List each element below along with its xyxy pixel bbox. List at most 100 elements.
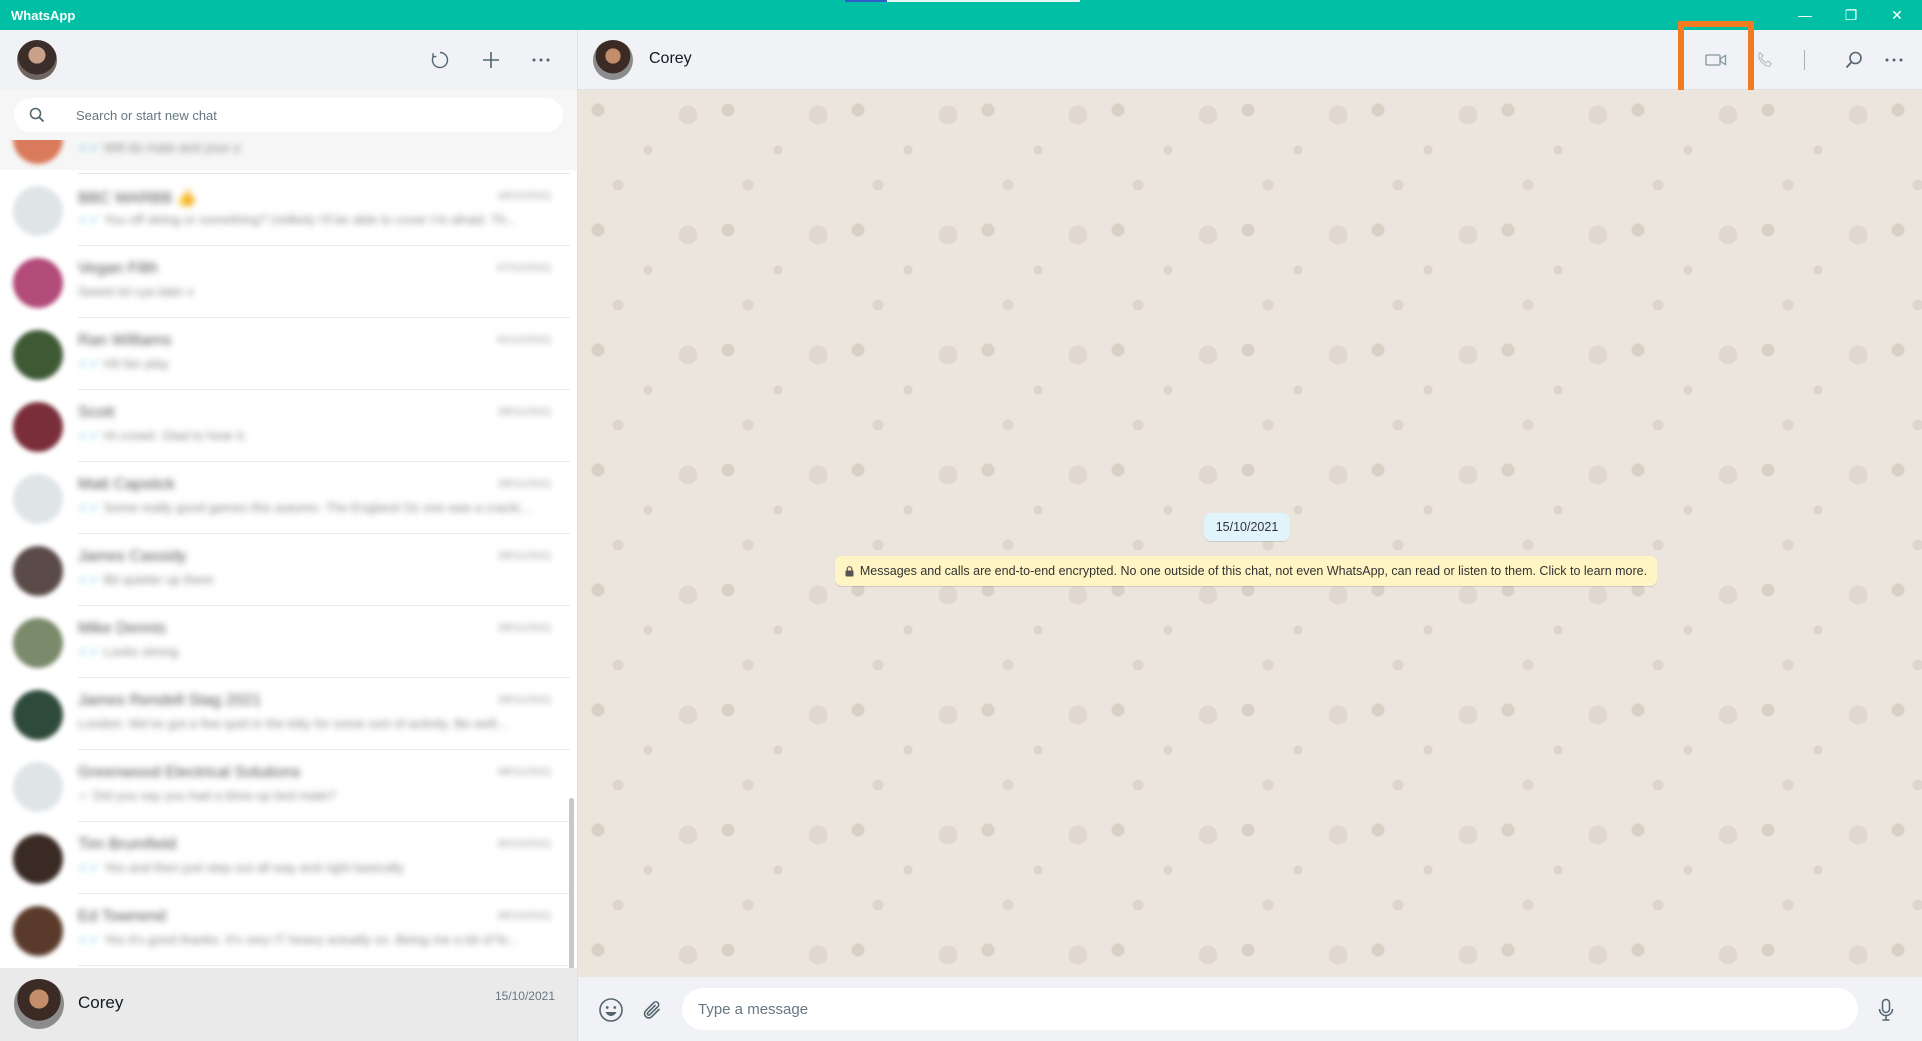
new-chat-icon <box>483 52 499 68</box>
chat-divider <box>78 965 570 966</box>
my-profile-avatar[interactable] <box>17 40 57 80</box>
header-divider <box>1804 50 1805 70</box>
chat-avatar <box>14 979 64 1029</box>
chat-preview: ✓✓ You off skiing or something? Unlikely … <box>78 212 517 227</box>
search-input[interactable] <box>76 98 546 132</box>
sidebar: ✓✓Will do mate and your u BBC MARBB 👍 18… <box>0 30 578 1041</box>
chat-avatar <box>13 690 63 740</box>
chat-time: 01/12/2021 <box>496 334 552 346</box>
lock-icon <box>845 565 854 577</box>
chat-avatar <box>13 186 63 236</box>
chat-time: 28/11/2021 <box>497 694 552 706</box>
message-input[interactable] <box>682 988 1858 1030</box>
contact-name[interactable]: Corey <box>649 50 692 68</box>
title-bar: WhatsApp — ❐ ✕ <box>0 0 1922 30</box>
chat-item[interactable]: Ed Townend 28/10/2021 ✓✓ Yes it's good th… <box>0 894 570 966</box>
date-label: 15/10/2021 <box>1204 513 1290 541</box>
chat-item[interactable]: Tim Brumfield 30/10/2021 ✓✓ Yes and then … <box>0 822 570 894</box>
compose-bar <box>578 977 1922 1041</box>
chat-preview: ✓✓ Yes it's good thanks. It's very IT hea… <box>78 932 519 947</box>
chat-preview: ✓✓ Will do mate and your u <box>78 140 241 155</box>
chat-time: 18/12/2021 <box>496 190 552 202</box>
encryption-notice[interactable]: Messages and calls are end-to-end encryp… <box>835 556 1657 586</box>
chat-name: Greenwood Electrical Solutions <box>78 764 301 781</box>
attach-button[interactable] <box>637 995 667 1025</box>
chat-list: ✓✓ Will do mate and your u BBC MARBB 👍 18… <box>0 140 577 968</box>
chat-name: Tim Brumfield <box>78 836 177 853</box>
chat-avatar <box>13 834 63 884</box>
conversation-header: Corey <box>578 21 1922 99</box>
chat-name: Ran Williams <box>78 332 172 349</box>
chat-time: 28/11/2021 <box>497 478 552 490</box>
attach-icon <box>643 1001 660 1019</box>
title-accent-line <box>845 0 1080 2</box>
chat-time: 07/12/2021 <box>496 262 552 274</box>
menu-icon <box>1885 58 1903 62</box>
menu-icon <box>532 58 550 62</box>
chat-item[interactable]: Greenwood Electrical Solutions 08/11/202… <box>0 750 570 822</box>
chat-avatar <box>13 906 63 956</box>
voice-message-button[interactable] <box>1871 995 1901 1025</box>
status-icon <box>431 51 449 69</box>
encryption-notice-text: Messages and calls are end-to-end encryp… <box>859 564 1648 578</box>
sidebar-menu-button[interactable] <box>526 45 556 75</box>
chat-avatar <box>13 618 63 668</box>
chat-time: 15/10/2021 <box>494 989 555 1003</box>
chat-name: Matt Capstick <box>78 476 175 493</box>
chat-preview: ✓✓ Yes and then just step out all way and… <box>78 860 404 875</box>
chat-time: 08/11/2021 <box>497 766 552 778</box>
chat-name: Vegan Filth <box>78 260 159 277</box>
chat-preview: ✓ Did you say you had a blow-up bed mate? <box>78 788 336 803</box>
chat-name: Corey <box>78 993 124 1012</box>
voice-call-button[interactable] <box>1750 45 1780 75</box>
status-button[interactable] <box>425 45 455 75</box>
chat-name: Mike Dennis <box>78 620 167 637</box>
conversation-menu-button[interactable] <box>1879 45 1909 75</box>
conversation-search-button[interactable] <box>1839 45 1869 75</box>
chat-name: Scott <box>78 404 115 421</box>
chat-item-corey[interactable]: Corey 15/10/2021 <box>0 968 577 1041</box>
video-call-highlight <box>1678 21 1754 99</box>
chat-preview: ✓✓ Looks strong <box>78 644 179 659</box>
chat-preview: London: We've got a few quid in the kitt… <box>78 716 508 731</box>
chat-item[interactable]: James Rendell Stag 2021 28/11/2021 Londo… <box>0 678 570 750</box>
chat-avatar <box>13 330 63 380</box>
contact-avatar[interactable] <box>593 40 633 80</box>
chat-avatar <box>13 140 63 164</box>
chat-item[interactable]: Vegan Filth 07/12/2021 Sweet lol cya lat… <box>0 246 570 318</box>
search-icon <box>1845 51 1862 69</box>
chat-item[interactable]: BBC MARBB 👍 18/12/2021 ✓✓ You off skiing … <box>0 174 570 246</box>
sidebar-header <box>0 30 577 90</box>
chat-preview: ✓✓ Bit quieter up there <box>78 572 214 587</box>
chat-item[interactable]: Ran Williams 01/12/2021 ✓✓ Hit fan play <box>0 318 570 390</box>
chat-avatar <box>13 762 63 812</box>
chat-time: 28/10/2021 <box>496 910 552 922</box>
new-chat-button[interactable] <box>476 45 506 75</box>
chat-item[interactable]: Mike Dennis 28/11/2021 ✓✓ Looks strong <box>0 606 570 678</box>
minimize-icon: — <box>1798 7 1812 23</box>
chat-time: 28/11/2021 <box>497 622 552 634</box>
close-button[interactable]: ✕ <box>1874 0 1920 30</box>
chat-time: 28/11/2021 <box>497 406 552 418</box>
chat-time: 28/11/2021 <box>497 550 552 562</box>
chat-name: Ed Townend <box>78 908 166 925</box>
minimize-button[interactable]: — <box>1782 0 1828 30</box>
chat-item[interactable]: James Cassidy 28/11/2021 ✓✓ Bit quieter u… <box>0 534 570 606</box>
conversation-pane: Corey 15/10/2021 Messages and calls are … <box>578 21 1922 1041</box>
chat-preview: ✓✓ Hi crowd. Glad to hear it. <box>78 428 247 443</box>
maximize-button[interactable]: ❐ <box>1828 0 1874 30</box>
chat-avatar <box>13 258 63 308</box>
chat-item[interactable]: Matt Capstick 28/11/2021 ✓✓ Some really g… <box>0 462 570 534</box>
chat-avatar <box>13 546 63 596</box>
search-box <box>14 98 563 132</box>
chat-avatar <box>13 474 63 524</box>
close-icon: ✕ <box>1891 6 1903 23</box>
app-title: WhatsApp <box>11 8 76 23</box>
chat-item[interactable]: Scott 28/11/2021 ✓✓ Hi crowd. Glad to hea… <box>0 390 570 462</box>
chat-preview: ✓✓ Hit fan play <box>78 356 169 371</box>
chat-preview: ✓✓ Some really good games this autumn. Th… <box>78 500 531 515</box>
emoji-button[interactable] <box>596 995 626 1025</box>
chat-item[interactable]: ✓✓ Will do mate and your u <box>0 140 570 174</box>
chat-name: James Rendell Stag 2021 <box>78 692 262 709</box>
chat-preview: Sweet lol cya later x <box>78 284 194 299</box>
